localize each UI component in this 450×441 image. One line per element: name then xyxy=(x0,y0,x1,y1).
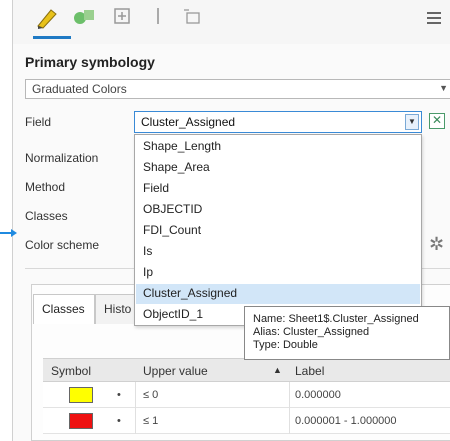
tab-classes[interactable]: Classes xyxy=(33,294,95,324)
close-icon[interactable]: ✕ xyxy=(429,113,445,129)
row-marker-icon: • xyxy=(117,415,121,427)
column-header-label[interactable]: Label xyxy=(295,364,324,378)
table-row[interactable]: • ≤ 0 0.000000 xyxy=(43,382,450,408)
primary-symbology-tab-icon[interactable] xyxy=(35,4,57,30)
upper-value-cell[interactable]: ≤ 1 xyxy=(143,415,158,427)
menu-icon[interactable] xyxy=(427,12,441,27)
chevron-down-icon[interactable]: ▼ xyxy=(405,114,419,130)
tooltip-name: Name: Sheet1$.Cluster_Assigned xyxy=(253,313,419,325)
list-item[interactable]: Is xyxy=(136,242,420,262)
symbology-method-value: Graduated Colors xyxy=(32,82,127,96)
symbol-swatch[interactable] xyxy=(69,387,93,403)
column-separator xyxy=(289,408,290,434)
tooltip-alias: Alias: Cluster_Assigned xyxy=(253,326,370,338)
tab-histogram[interactable]: Histo xyxy=(95,294,139,324)
column-header-upper-value[interactable]: Upper value xyxy=(143,364,208,378)
list-item[interactable]: Field xyxy=(136,179,420,199)
list-item[interactable]: FDI_Count xyxy=(136,221,420,241)
list-item[interactable]: OBJECTID xyxy=(136,200,420,220)
row-marker-icon: • xyxy=(117,389,121,401)
sort-ascending-icon[interactable]: ▲ xyxy=(273,365,282,375)
masking-tab-icon[interactable] xyxy=(145,4,167,30)
field-select[interactable]: Cluster_Assigned ▼ xyxy=(134,111,422,133)
vary-symbology-tab-icon[interactable] xyxy=(71,4,94,30)
symbology-pane: Primary symbology Graduated Colors ▼ Fie… xyxy=(12,0,450,441)
upper-value-cell[interactable]: ≤ 0 xyxy=(143,389,158,401)
field-select-value: Cluster_Assigned xyxy=(141,115,236,129)
arrow-right-icon xyxy=(0,229,17,237)
field-info-tooltip: Name: Sheet1$.Cluster_Assigned Alias: Cl… xyxy=(244,306,450,360)
label-cell[interactable]: 0.000000 xyxy=(295,389,341,401)
gear-icon[interactable]: ✲ xyxy=(429,234,444,255)
color-scheme-label: Color scheme xyxy=(25,238,100,252)
table-row[interactable]: • ≤ 1 0.000001 - 1.000000 xyxy=(43,408,450,434)
label-classes-tab-icon[interactable] xyxy=(109,4,131,30)
section-title: Primary symbology xyxy=(25,54,155,70)
list-item[interactable]: Shape_Area xyxy=(136,158,420,178)
chevron-down-icon[interactable]: ▼ xyxy=(439,83,448,93)
display-filter-tab-icon[interactable] xyxy=(179,4,201,30)
classes-grid-header: Symbol Upper value ▲ Label xyxy=(43,358,450,382)
active-tab-indicator xyxy=(33,36,71,39)
label-cell[interactable]: 0.000001 - 1.000000 xyxy=(295,415,397,427)
classes-label: Classes xyxy=(25,209,68,223)
tooltip-type: Type: Double xyxy=(253,339,318,351)
field-label: Field xyxy=(25,115,52,129)
field-dropdown-list: Shape_Length Shape_Area Field OBJECTID F… xyxy=(134,134,422,326)
symbology-tab-strip xyxy=(13,0,450,44)
column-header-symbol[interactable]: Symbol xyxy=(51,364,91,378)
list-item[interactable]: Cluster_Assigned xyxy=(136,284,420,304)
column-separator xyxy=(289,382,290,408)
column-separator xyxy=(135,382,136,408)
symbology-method-select[interactable]: Graduated Colors ▼ xyxy=(25,79,450,99)
method-label: Method xyxy=(25,180,66,194)
symbol-swatch[interactable] xyxy=(69,413,93,429)
list-item[interactable]: Shape_Length xyxy=(136,137,420,157)
column-separator xyxy=(135,408,136,434)
normalization-label: Normalization xyxy=(25,151,99,165)
list-item[interactable]: Ip xyxy=(136,263,420,283)
